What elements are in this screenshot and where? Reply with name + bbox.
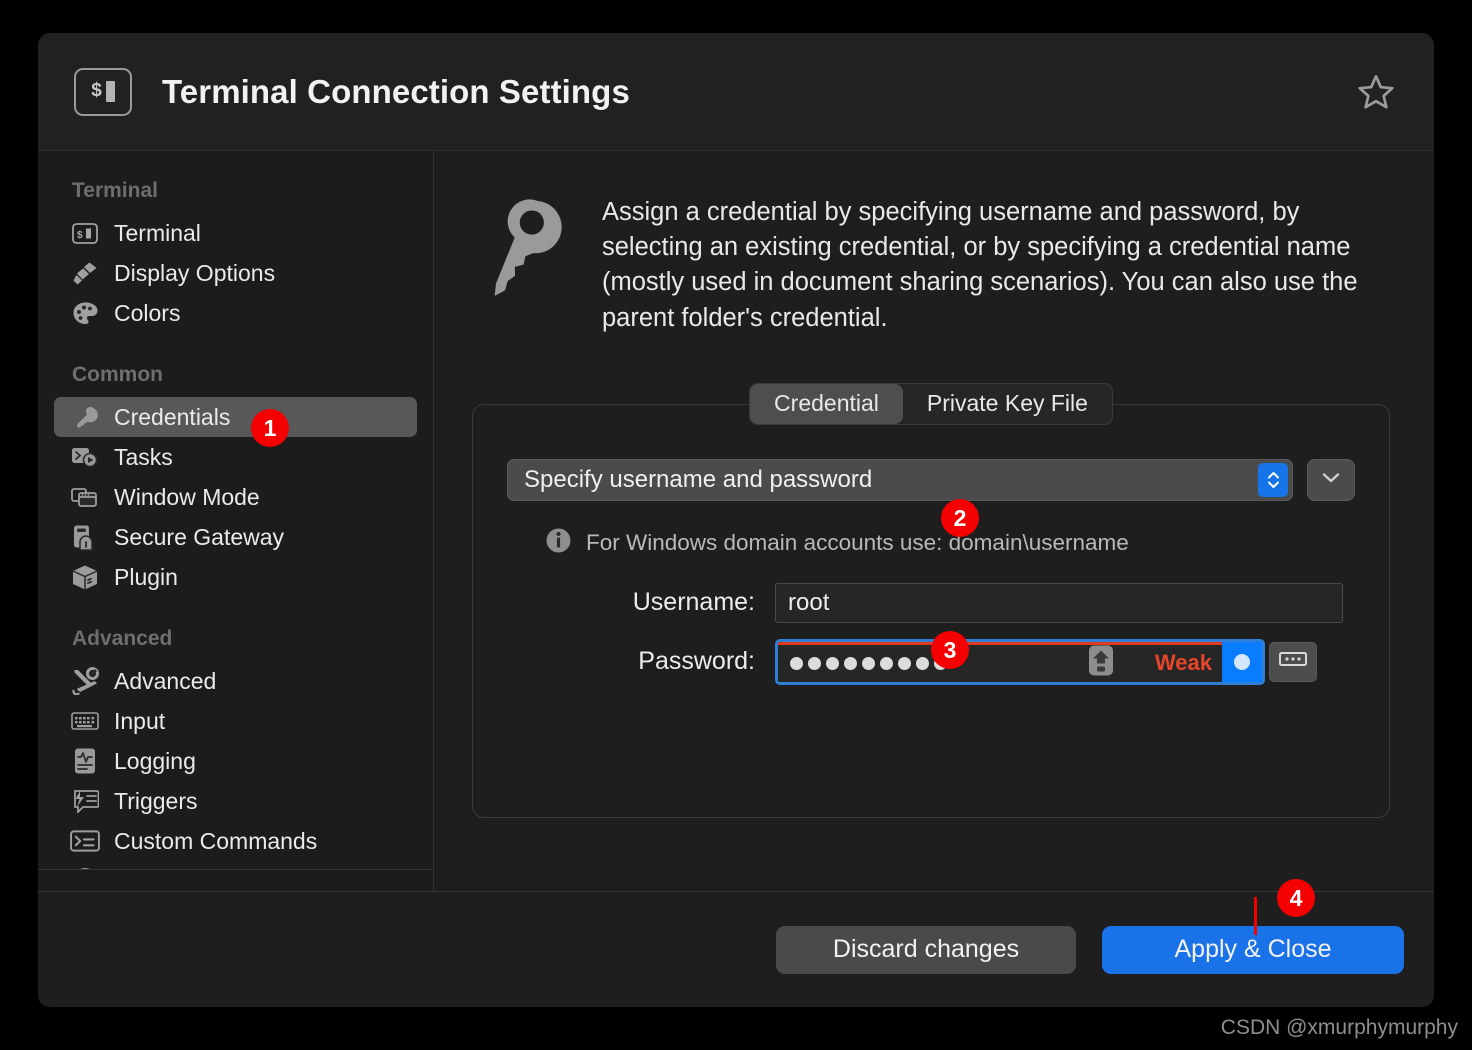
sidebar-item-tasks[interactable]: Tasks xyxy=(54,437,417,477)
chevron-up-down-icon[interactable] xyxy=(1258,463,1288,497)
annotation-leader-4 xyxy=(1254,897,1257,935)
description-text: Assign a credential by specifying userna… xyxy=(602,193,1390,336)
discard-changes-button[interactable]: Discard changes xyxy=(776,926,1076,974)
windows-icon xyxy=(70,483,100,511)
sidebar-item-label: Credentials xyxy=(114,404,230,431)
sidebar-item-label: Logging xyxy=(114,748,196,775)
sidebar-item-window-mode[interactable]: Window Mode xyxy=(54,477,417,517)
screenshot-root: $ Terminal Connection Settings Terminal … xyxy=(0,0,1472,1050)
console-prompt-icon xyxy=(70,827,100,855)
secure-gateway-icon xyxy=(70,523,100,551)
reveal-dot-icon xyxy=(1234,654,1250,670)
sidebar-item-label: Terminal xyxy=(114,220,201,247)
mode-dropdown-button[interactable] xyxy=(1307,459,1355,501)
username-row: Username: root xyxy=(507,583,1355,623)
sidebar-item-label: Plugin xyxy=(114,564,178,591)
sidebar-item-input[interactable]: Input xyxy=(54,701,417,741)
terminal-icon: $ xyxy=(70,219,100,247)
sidebar-group-terminal-label: Terminal xyxy=(54,179,417,213)
password-input[interactable]: Weak xyxy=(778,642,1222,682)
password-label: Password: xyxy=(507,647,775,676)
tools-icon xyxy=(70,667,100,695)
info-icon xyxy=(545,527,572,559)
sidebar-bottom-divider xyxy=(38,869,433,891)
sidebar-item-label: Custom Commands xyxy=(114,828,317,855)
dialog-footer: Discard changes Apply & Close xyxy=(38,891,1434,1007)
settings-window: $ Terminal Connection Settings Terminal … xyxy=(38,33,1434,1007)
sidebar-item-label: Window Mode xyxy=(114,484,260,511)
apply-close-button[interactable]: Apply & Close xyxy=(1102,926,1404,974)
credential-description: Assign a credential by specifying userna… xyxy=(472,193,1390,336)
tab-private-key-file[interactable]: Private Key File xyxy=(903,384,1112,424)
chevron-down-icon xyxy=(1321,471,1341,489)
sidebar-item-credentials[interactable]: Credentials xyxy=(54,397,417,437)
logging-icon xyxy=(70,747,100,775)
sidebar-item-label: Display Options xyxy=(114,260,275,287)
sidebar-item-label: Input xyxy=(114,708,165,735)
username-label: Username: xyxy=(507,588,775,617)
page-title: Terminal Connection Settings xyxy=(162,73,630,111)
terminal-icon: $ xyxy=(74,68,132,116)
username-input[interactable]: root xyxy=(775,583,1343,623)
tasks-icon xyxy=(70,443,100,471)
credential-group: Credential Private Key File Specify user… xyxy=(472,404,1390,818)
sidebar-item-plugin[interactable]: Plugin xyxy=(54,557,417,597)
sidebar-item-terminal[interactable]: $ Terminal xyxy=(54,213,417,253)
annotation-badge-3: 3 xyxy=(931,631,969,669)
settings-sidebar: Terminal $ Terminal Display Options xyxy=(38,151,434,891)
sidebar-group-common-label: Common xyxy=(54,363,417,397)
sidebar-item-display-options[interactable]: Display Options xyxy=(54,253,417,293)
annotation-badge-4: 4 xyxy=(1277,879,1315,917)
sidebar-item-triggers[interactable]: Triggers xyxy=(54,781,417,821)
sidebar-item-secure-gateway[interactable]: Secure Gateway xyxy=(54,517,417,557)
palette-icon xyxy=(70,299,100,327)
domain-hint: For Windows domain accounts use: domain\… xyxy=(507,527,1355,559)
password-masked-value xyxy=(790,657,947,670)
annotation-badge-1: 1 xyxy=(251,409,289,447)
caps-lock-icon xyxy=(1088,645,1114,682)
svg-text:$: $ xyxy=(77,230,83,241)
credential-tabs: Credential Private Key File xyxy=(472,383,1390,425)
sidebar-item-colors[interactable]: Colors xyxy=(54,293,417,333)
key-icon xyxy=(70,403,100,431)
sidebar-item-custom-commands[interactable]: Custom Commands xyxy=(54,821,417,861)
sidebar-item-label: Colors xyxy=(114,300,180,327)
window-body: Terminal $ Terminal Display Options xyxy=(38,151,1434,891)
settings-main-panel: Assign a credential by specifying userna… xyxy=(434,151,1434,891)
sidebar-item-label: Tasks xyxy=(114,444,173,471)
star-outline-icon[interactable] xyxy=(1352,68,1400,116)
sidebar-item-label: Triggers xyxy=(114,788,198,815)
triggers-icon xyxy=(70,787,100,815)
sidebar-item-logging[interactable]: Logging xyxy=(54,741,417,781)
key-icon xyxy=(482,199,572,312)
mode-select-row: Specify username and password xyxy=(507,459,1355,501)
sidebar-item-label: Advanced xyxy=(114,668,216,695)
watermark: CSDN @xmurphymurphy xyxy=(1221,1016,1458,1040)
password-input-wrapper: Weak xyxy=(775,639,1265,685)
plugin-cube-icon xyxy=(70,563,100,591)
tab-credential[interactable]: Credential xyxy=(750,384,903,424)
domain-hint-text: For Windows domain accounts use: domain\… xyxy=(586,530,1129,556)
password-strength-badge: Weak xyxy=(1155,650,1212,676)
virtual-keyboard-button[interactable] xyxy=(1269,642,1317,682)
sidebar-item-advanced[interactable]: Advanced xyxy=(54,661,417,701)
password-reveal-button[interactable] xyxy=(1222,642,1262,682)
paintbrush-icon xyxy=(70,259,100,287)
sidebar-item-label: Secure Gateway xyxy=(114,524,284,551)
window-titlebar: $ Terminal Connection Settings xyxy=(38,33,1434,151)
keyboard-icon xyxy=(70,707,100,735)
mode-select[interactable]: Specify username and password xyxy=(507,459,1293,501)
mode-select-value: Specify username and password xyxy=(524,466,872,494)
sidebar-group-advanced-label: Advanced xyxy=(54,627,417,661)
annotation-badge-2: 2 xyxy=(941,499,979,537)
virtual-keyboard-icon xyxy=(1278,649,1308,674)
